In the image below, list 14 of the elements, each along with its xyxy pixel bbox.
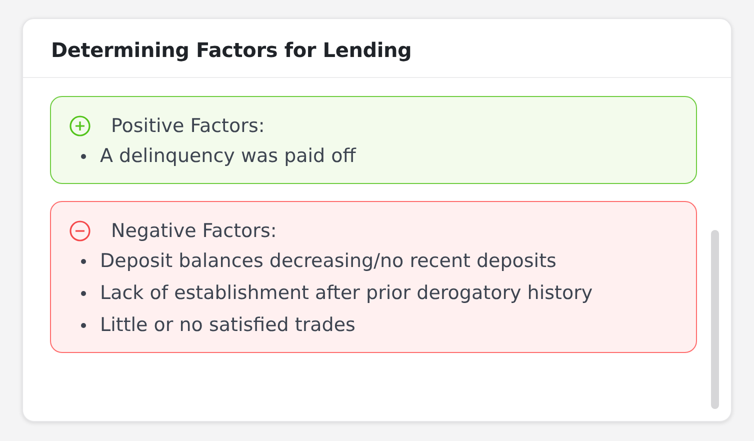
scrollbar-thumb[interactable] [711, 230, 719, 409]
factor-text: Deposit balances decreasing/no recent deposits [100, 250, 556, 272]
card-title: Determining Factors for Lending [51, 38, 413, 62]
factor-text: Lack of establishment after prior derogatory history [100, 282, 593, 304]
minus-circle-icon [69, 220, 91, 242]
section-heading: Positive Factors: [111, 115, 265, 137]
bullet-dot [81, 290, 86, 296]
factor-text: A delinquency was paid off [100, 145, 356, 167]
section-heading: Negative Factors: [111, 220, 277, 242]
bullet-dot [81, 154, 86, 158]
factor-text: Little or no satisfied trades [100, 314, 356, 336]
bullet-dot [81, 322, 86, 328]
bullet-dot [81, 258, 86, 264]
plus-circle-icon [69, 115, 91, 137]
